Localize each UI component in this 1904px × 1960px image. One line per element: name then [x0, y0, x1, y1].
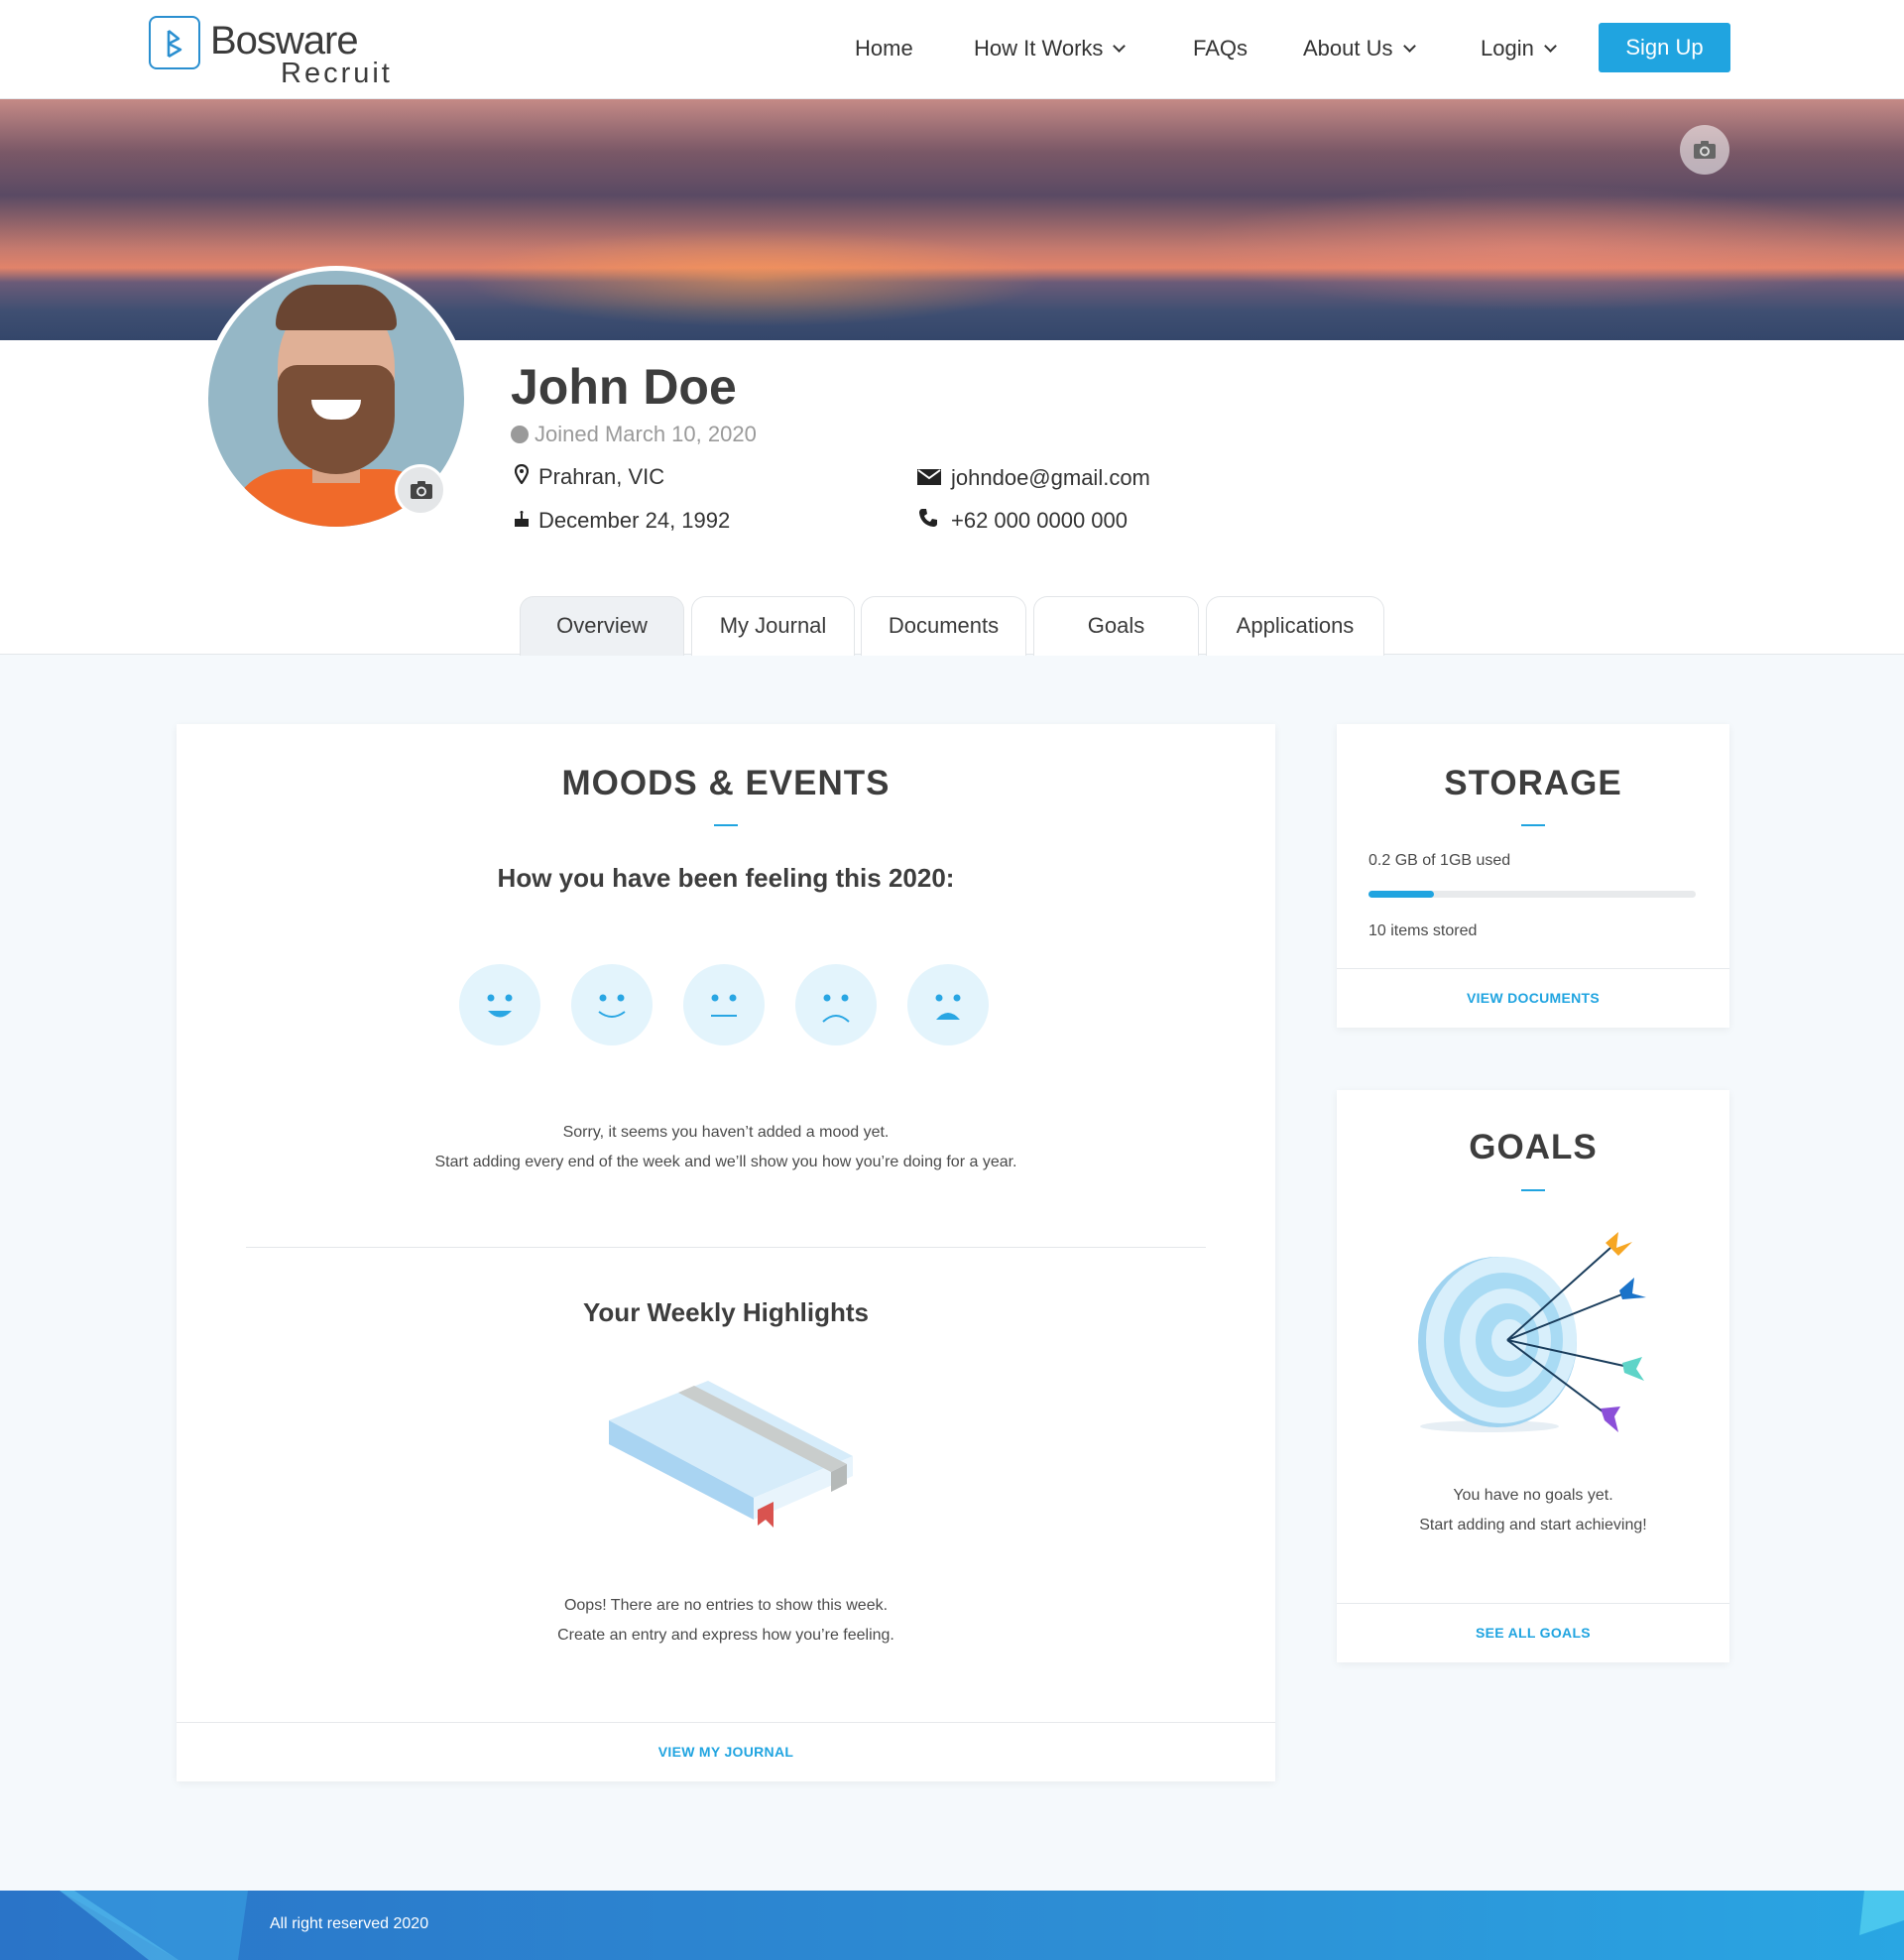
joined-date-text: Joined March 10, 2020: [535, 422, 757, 446]
storage-card: STORAGE 0.2 GB of 1GB used 10 items stor…: [1337, 724, 1729, 1028]
bosware-logo[interactable]: Bosware Recruit: [149, 16, 407, 89]
storage-progress-bar: [1368, 891, 1696, 898]
phone-icon: [917, 506, 939, 536]
site-footer: All right reserved 2020: [0, 1891, 1904, 1960]
storage-title: STORAGE: [1444, 764, 1622, 802]
nav-home[interactable]: Home: [855, 33, 913, 64]
nav-about-us-label: About Us: [1303, 36, 1393, 61]
phone-text: +62 000 0000 000: [951, 508, 1129, 533]
nav-login[interactable]: Login: [1481, 33, 1557, 64]
moods-events-card: MOODS & EVENTS How you have been feeling…: [177, 724, 1275, 1781]
logo-icon: [149, 16, 200, 69]
nav-about-us[interactable]: About Us: [1303, 33, 1416, 64]
birthday-text: December 24, 1992: [538, 508, 731, 533]
cake-icon: [511, 506, 533, 536]
tab-overview[interactable]: Overview: [520, 596, 684, 656]
mood-empty-line-1: Sorry, it seems you haven’t added a mood…: [562, 1124, 890, 1141]
sign-up-button[interactable]: Sign Up: [1599, 23, 1730, 72]
title-underline: [1521, 1189, 1545, 1191]
nav-how-it-works[interactable]: How It Works: [974, 33, 1127, 64]
site-header: Bosware Recruit Home How It Works FAQs A…: [0, 0, 1904, 99]
very-happy-face-icon[interactable]: [459, 964, 540, 1045]
storage-used-text: 0.2 GB of 1GB used: [1368, 852, 1511, 869]
title-underline: [714, 824, 738, 826]
location-text: Prahran, VIC: [538, 464, 665, 489]
envelope-icon: [917, 463, 941, 493]
avatar-beard: [278, 365, 395, 474]
neutral-face-icon[interactable]: [683, 964, 765, 1045]
chevron-down-icon: [1543, 40, 1557, 53]
happy-face-icon[interactable]: [571, 964, 653, 1045]
target-darts-illustration: [1418, 1232, 1646, 1432]
view-my-journal-link[interactable]: VIEW MY JOURNAL: [177, 1722, 1275, 1781]
chevron-down-icon: [1402, 40, 1416, 53]
tab-my-journal[interactable]: My Journal: [691, 596, 855, 656]
email: johndoe@gmail.com: [917, 463, 1150, 493]
nav-how-it-works-label: How It Works: [974, 36, 1104, 61]
sad-face-icon[interactable]: [795, 964, 877, 1045]
highlights-empty-line-1: Oops! There are no entries to show this …: [563, 1597, 889, 1614]
tab-goals[interactable]: Goals: [1033, 596, 1199, 656]
moods-subtitle: How you have been feeling this 2020:: [497, 863, 955, 893]
view-documents-link[interactable]: VIEW DOCUMENTS: [1337, 968, 1729, 1028]
goals-empty-line-1: You have no goals yet.: [1453, 1487, 1613, 1504]
joined-date: Joined March 10, 2020: [511, 420, 757, 449]
storage-items-text: 10 items stored: [1368, 922, 1478, 939]
change-avatar-camera-icon[interactable]: [395, 464, 446, 516]
storage-progress-fill: [1368, 891, 1434, 898]
change-cover-camera-icon[interactable]: [1680, 125, 1729, 175]
goals-empty-line-2: Start adding and start achieving!: [1419, 1517, 1647, 1533]
highlights-empty-line-2: Create an entry and express how you’re f…: [557, 1627, 894, 1644]
location: Prahran, VIC: [511, 462, 664, 492]
footer-copyright: All right reserved 2020: [270, 1915, 429, 1932]
divider: [246, 1247, 1206, 1248]
phone: +62 000 0000 000: [917, 506, 1128, 536]
chevron-down-icon: [1113, 40, 1127, 53]
email-text: johndoe@gmail.com: [951, 465, 1150, 490]
goals-title: GOALS: [1469, 1128, 1598, 1166]
see-all-goals-link[interactable]: SEE ALL GOALS: [1337, 1603, 1729, 1662]
weekly-highlights-title: Your Weekly Highlights: [583, 1297, 869, 1327]
very-sad-face-icon[interactable]: [907, 964, 989, 1045]
tab-documents[interactable]: Documents: [861, 596, 1026, 656]
avatar-hair: [276, 285, 397, 330]
logo-subtitle: Recruit: [281, 58, 393, 89]
mood-empty-line-2: Start adding every end of the week and w…: [434, 1154, 1017, 1170]
clock-icon: [511, 426, 529, 443]
birthday: December 24, 1992: [511, 506, 730, 536]
journal-book-illustration: [609, 1381, 853, 1528]
nav-login-label: Login: [1481, 36, 1534, 61]
nav-faqs[interactable]: FAQs: [1193, 33, 1248, 64]
tab-applications[interactable]: Applications: [1206, 596, 1384, 656]
map-pin-icon: [511, 462, 533, 492]
profile-name: John Doe: [511, 359, 737, 415]
title-underline: [1521, 824, 1545, 826]
moods-events-title: MOODS & EVENTS: [561, 764, 891, 802]
